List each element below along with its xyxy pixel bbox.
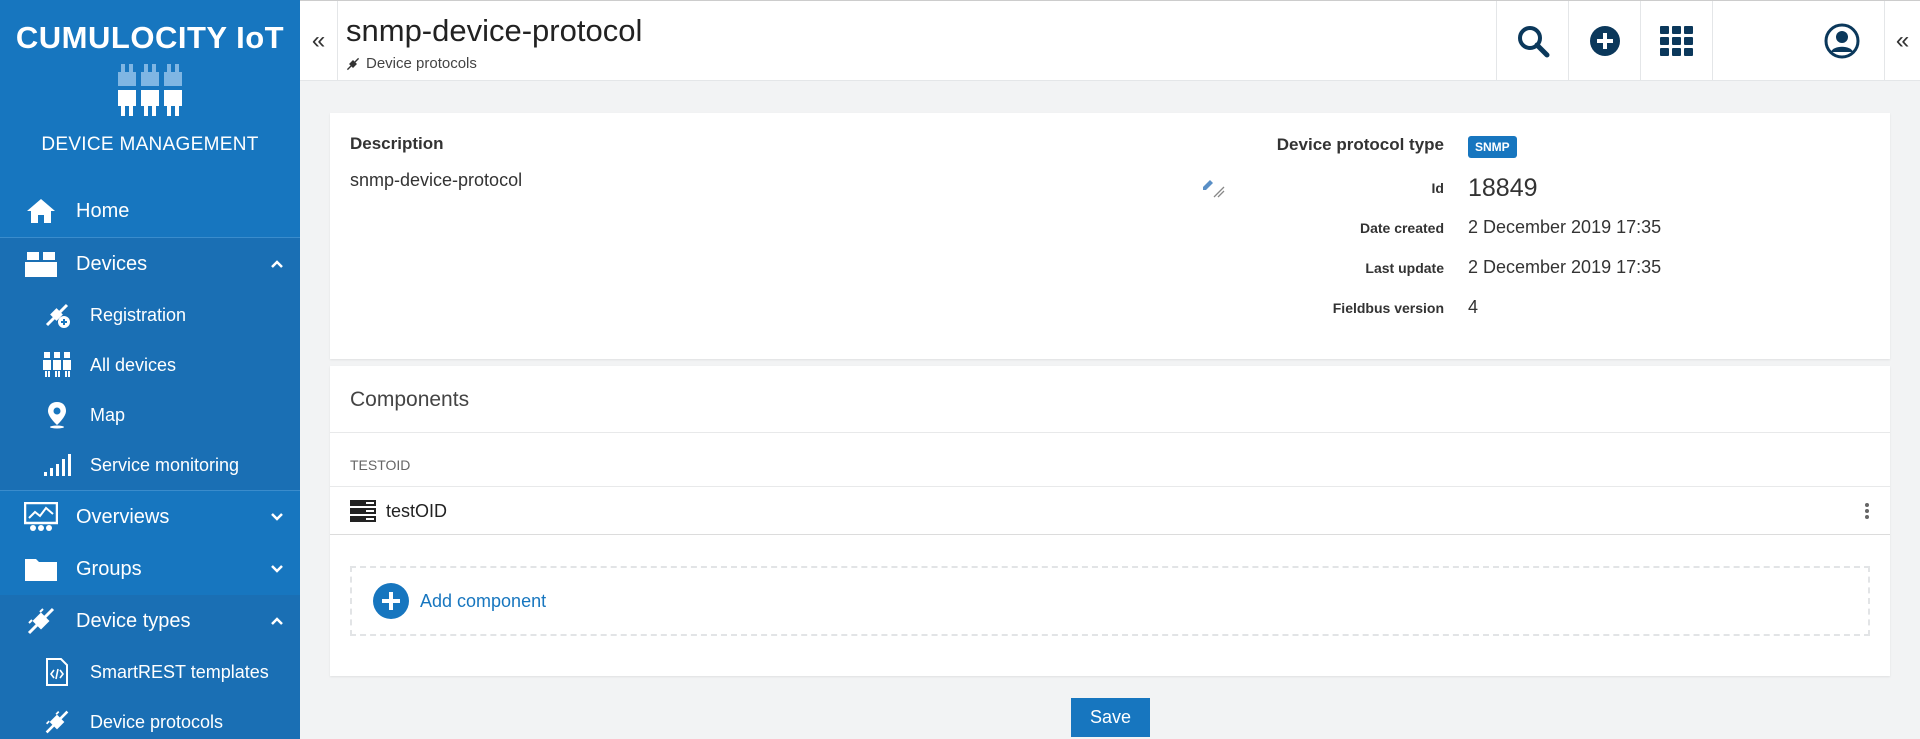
protocol-type-badge: SNMP [1468, 136, 1517, 158]
user-circle-icon [1824, 23, 1860, 59]
protocol-details-card: Description snmp-device-protocol Device … [330, 113, 1890, 359]
protocol-properties: Device protocol type SNMP Id 18849 Date … [1230, 134, 1870, 334]
registration-icon [42, 301, 72, 329]
chevron-up-icon [271, 260, 283, 268]
protocol-type-label: Device protocol type [1276, 135, 1444, 154]
add-component-button[interactable]: Add component [350, 566, 1870, 636]
property-fieldbus-version: Fieldbus version 4 [1230, 294, 1870, 334]
add-component-label: Add component [420, 590, 547, 611]
all-devices-icon [42, 351, 72, 379]
app-switcher-button[interactable] [1640, 1, 1712, 81]
plug-icon [24, 606, 58, 636]
search-icon [1517, 26, 1549, 58]
fieldbus-version-value: 4 [1468, 297, 1479, 317]
last-update-label: Last update [1365, 260, 1444, 276]
description-label: Description [350, 134, 444, 153]
component-name: testOID [386, 501, 448, 521]
brand: CUMULOCITY IoT DEVICE MANAGEMENT [0, 0, 300, 185]
property-last-update: Last update 2 December 2019 17:35 [1230, 254, 1870, 294]
id-label: Id [1431, 180, 1444, 196]
sidebar-item-service-monitoring[interactable]: Service monitoring [0, 440, 300, 490]
sidebar-item-groups[interactable]: Groups [0, 543, 300, 595]
double-chevron-left-icon: « [1895, 27, 1910, 54]
device-types-group: Device types SmartREST templates Device … [0, 595, 300, 739]
property-id: Id 18849 [1230, 174, 1870, 214]
breadcrumb-label: Device protocols [366, 55, 477, 72]
edit-pencil-icon[interactable] [1200, 173, 1226, 199]
breadcrumb[interactable]: Device protocols [346, 55, 477, 72]
collapse-right-drawer-button[interactable]: « [1884, 1, 1920, 81]
sidebar-item-label: Device types [76, 609, 191, 632]
sidebar-item-all-devices[interactable]: All devices [0, 340, 300, 390]
add-button[interactable] [1568, 1, 1640, 81]
sidebar-item-home[interactable]: Home [0, 185, 300, 237]
sidebar-item-device-types[interactable]: Device types [0, 595, 300, 647]
sidebar-item-registration[interactable]: Registration [0, 290, 300, 340]
components-title: Components [350, 388, 470, 411]
app-grid-icon [1659, 26, 1693, 56]
sidebar-item-label: Device protocols [90, 711, 224, 732]
signal-bars-icon [42, 451, 72, 479]
code-file-icon [42, 658, 72, 686]
search-button[interactable] [1496, 1, 1568, 81]
date-created-label: Date created [1359, 220, 1444, 236]
user-menu-button[interactable] [1712, 1, 1884, 81]
sidebar-item-label: All devices [90, 354, 177, 375]
more-actions-icon[interactable] [1862, 499, 1872, 523]
overviews-icon [24, 502, 58, 532]
sidebar-item-label: Devices [76, 252, 148, 275]
sidebar-item-label: Home [76, 199, 130, 222]
sidebar-item-smartrest-templates[interactable]: SmartREST templates [0, 647, 300, 697]
map-pin-icon [42, 401, 72, 429]
chevron-down-icon [271, 565, 283, 573]
id-value: 18849 [1468, 174, 1538, 202]
table-row[interactable]: testOID [330, 487, 1890, 535]
brand-title: CUMULOCITY IoT [15, 20, 285, 55]
plug-icon [42, 708, 72, 736]
sidebar-item-device-protocols[interactable]: Device protocols [0, 697, 300, 739]
date-created-value: 2 December 2019 17:35 [1468, 217, 1662, 237]
server-stack-icon [350, 500, 376, 522]
page-title: snmp-device-protocol [346, 13, 643, 48]
components-card: Components TESTOID testOID Add component [330, 366, 1890, 676]
home-icon [24, 196, 58, 226]
last-update-value: 2 December 2019 17:35 [1468, 257, 1662, 277]
sidebar-item-label: Groups [76, 557, 142, 580]
sidebar-item-label: Registration [90, 304, 187, 325]
description-value[interactable]: snmp-device-protocol [350, 170, 522, 191]
device-management-logo-icon [118, 64, 182, 116]
sidebar-item-devices[interactable]: Devices [0, 238, 300, 290]
sidebar: CUMULOCITY IoT DEVICE MANAGEMENT Home De… [0, 0, 300, 739]
sidebar-item-label: Overviews [76, 505, 170, 528]
folder-icon [24, 554, 58, 584]
page-header: « snmp-device-protocol Device protocols … [300, 0, 1920, 81]
sidebar-item-overviews[interactable]: Overviews [0, 491, 300, 543]
divider [330, 432, 1890, 433]
plug-icon [346, 57, 360, 70]
brand-subtitle: DEVICE MANAGEMENT [41, 134, 259, 155]
property-date-created: Date created 2 December 2019 17:35 [1230, 214, 1870, 254]
double-chevron-left-icon: « [311, 27, 326, 54]
devices-icon [24, 249, 58, 279]
add-circle-icon [1589, 26, 1620, 56]
sidebar-item-map[interactable]: Map [0, 390, 300, 440]
sidebar-item-label: Service monitoring [90, 454, 240, 475]
component-group-label: TESTOID [350, 457, 411, 473]
fieldbus-version-label: Fieldbus version [1332, 300, 1444, 316]
chevron-up-icon [271, 617, 283, 625]
sidebar-item-label: SmartREST templates [90, 661, 269, 682]
add-circle-icon [373, 583, 409, 619]
chevron-down-icon [271, 513, 283, 521]
sidebar-item-label: Map [90, 404, 126, 425]
property-protocol-type: Device protocol type SNMP [1230, 134, 1870, 174]
save-button[interactable]: Save [1071, 698, 1150, 737]
collapse-sidebar-button[interactable]: « [300, 1, 338, 81]
devices-group: Devices Registration All devices Map Ser… [0, 237, 300, 490]
